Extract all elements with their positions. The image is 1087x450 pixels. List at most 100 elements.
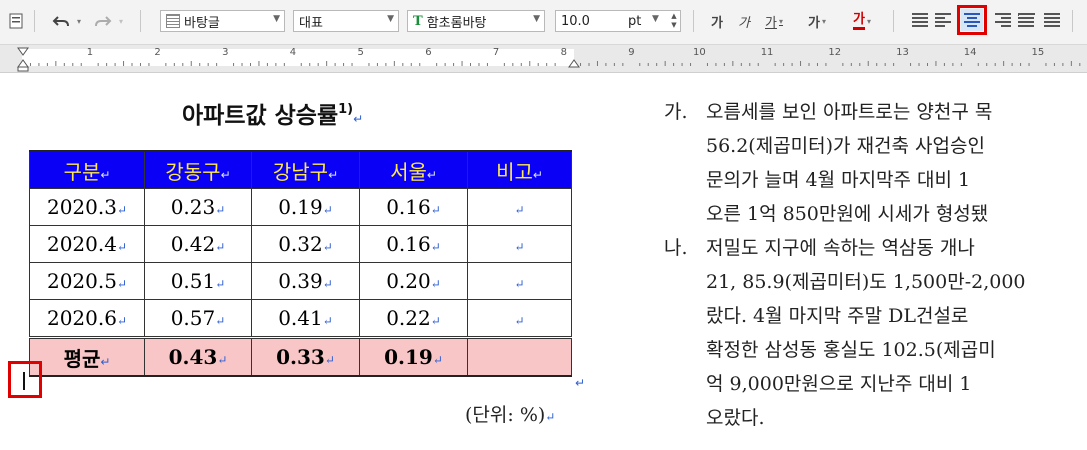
header-cell[interactable]: 서울↵: [359, 150, 468, 189]
body-text[interactable]: 가. 오름세를 보인 아파트로는 양천구 목 56.2(제곱미터)가 재건축 사업…: [664, 95, 1087, 435]
font-size-unit: pt: [628, 13, 642, 29]
align-center-button[interactable]: [957, 5, 987, 35]
ruler-number: 10: [693, 47, 706, 58]
table-cell[interactable]: 0.20↵: [359, 262, 468, 300]
font-color-button[interactable]: 가 ▾: [846, 9, 878, 33]
language-value: 대표: [299, 15, 323, 31]
paragraph-na: 나. 저밀도 지구에 속하는 역삼동 개나 21, 85.9(제곱미터)도 1,5…: [664, 231, 1087, 435]
formatting-toolbar: ▾ ▾ 바탕글 ▼ 대표 ▼ T 함초롬바탕 ▼ 10.0 pt ▼ ▲ ▼ 가 …: [0, 0, 1087, 45]
ruler-number: 9: [628, 47, 635, 58]
italic-button[interactable]: 가: [734, 9, 754, 33]
table-cell[interactable]: 0.42↵: [144, 225, 252, 263]
text-line: 21, 85.9(제곱미터)도 1,500만-2,000: [706, 271, 1026, 293]
table-cell[interactable]: 0.16↵: [359, 225, 468, 263]
left-indent-marker-icon[interactable]: [16, 45, 30, 72]
header-cell[interactable]: 구분↵: [29, 150, 145, 189]
text-line: 확정한 삼성동 홍실도 102.5(제곱미: [706, 339, 996, 361]
return-mark-icon: ↵: [575, 376, 586, 390]
average-row: 평균↵ 0.43↵ 0.33↵ 0.19↵: [29, 336, 572, 377]
undo-icon[interactable]: [50, 9, 72, 33]
redo-icon[interactable]: [92, 9, 114, 33]
align-justify-button[interactable]: [909, 9, 931, 31]
strikethrough-button[interactable]: 가 ▾: [803, 9, 831, 33]
font-size-value: 10.0: [561, 13, 590, 29]
table-header-row: 구분↵ 강동구↵ 강남구↵ 서울↵ 비고↵: [29, 150, 572, 189]
ruler-number: 4: [289, 47, 297, 58]
language-select[interactable]: 대표 ▼: [293, 10, 399, 32]
document-page[interactable]: 아파트값 상승률1)↵ 구분↵ 강동구↵ 강남구↵ 서울↵ 비고↵ 2020.3…: [0, 73, 1087, 450]
table-cell[interactable]: [467, 336, 572, 377]
ruler-number: 6: [425, 47, 432, 58]
table-cell[interactable]: 0.32↵: [251, 225, 360, 263]
bold-button[interactable]: 가: [707, 9, 727, 33]
unit-label: (단위: %)↵: [465, 404, 556, 426]
table-cell[interactable]: 2020.4↵: [29, 225, 145, 263]
document-icon[interactable]: [6, 9, 26, 33]
chevron-down-icon: ▼: [533, 14, 540, 24]
ruler-number: 7: [492, 47, 500, 58]
table-cell[interactable]: 0.57↵: [144, 299, 252, 338]
table-cell[interactable]: ↵: [467, 188, 572, 226]
table-cell[interactable]: ↵: [467, 262, 572, 300]
table-row: 2020.4↵ 0.42↵ 0.32↵ 0.16↵ ↵: [29, 225, 572, 263]
table-cell[interactable]: 2020.3↵: [29, 188, 145, 226]
table-cell[interactable]: ↵: [467, 225, 572, 263]
ruler-number: 14: [963, 47, 977, 58]
align-right-button[interactable]: [989, 9, 1011, 31]
table-cell[interactable]: 0.39↵: [251, 262, 360, 300]
ruler-number: 11: [760, 47, 774, 58]
table-cell[interactable]: 0.22↵: [359, 299, 468, 338]
text-line: 나. 저밀도 지구에 속하는 역삼동 개나: [664, 237, 975, 259]
right-indent-marker-icon[interactable]: [567, 45, 581, 72]
font-select[interactable]: T 함초롬바탕 ▼: [407, 10, 545, 32]
style-select[interactable]: 바탕글 ▼: [160, 10, 285, 32]
divide-button[interactable]: [1041, 9, 1063, 31]
text-line: 문의가 늘며 4월 마지막주 대비 1: [706, 169, 971, 191]
table-cell[interactable]: ↵: [467, 299, 572, 338]
return-mark-icon: ↵: [353, 112, 364, 126]
size-spinner-icon[interactable]: ▲ ▼: [669, 12, 679, 30]
table-row: 2020.3↵ 0.23↵ 0.19↵ 0.16↵ ↵: [29, 188, 572, 226]
table-cell[interactable]: 0.33↵: [251, 336, 360, 377]
text-line: 오른 1억 850만원에 시세가 형성됐: [706, 203, 989, 225]
text-line: 56.2(제곱미터)가 재건축 사업승인: [706, 135, 985, 157]
ruler-number: 2: [154, 47, 161, 58]
table-cell[interactable]: 0.19↵: [251, 188, 360, 226]
redo-dropdown-icon[interactable]: ▾: [115, 9, 125, 33]
text-line: 가. 오름세를 보인 아파트로는 양천구 목: [664, 101, 993, 123]
align-left-button[interactable]: [935, 9, 957, 31]
paragraph-style-icon: [166, 14, 180, 28]
table-cell[interactable]: 0.51↵: [144, 262, 252, 300]
table-cell[interactable]: 0.19↵: [359, 336, 468, 377]
table-cell[interactable]: 0.16↵: [359, 188, 468, 226]
chevron-down-icon: ▼: [273, 14, 280, 24]
ruler-number: 3: [222, 47, 229, 58]
undo-dropdown-icon[interactable]: ▾: [73, 9, 83, 33]
footnote-marker[interactable]: 1): [338, 102, 353, 117]
title-text: 아파트값 상승률: [182, 103, 339, 129]
distribute-button[interactable]: [1015, 9, 1037, 31]
table-cell[interactable]: 0.41↵: [251, 299, 360, 338]
horizontal-ruler[interactable]: 1 2 3 4 5 6 7 8 9 10 11 12 13 14 15: [0, 45, 1087, 73]
table-row: 2020.6↵ 0.57↵ 0.41↵ 0.22↵ ↵: [29, 299, 572, 338]
text-cursor-highlight[interactable]: [8, 361, 42, 398]
underline-button[interactable]: 가 ▾: [760, 9, 788, 33]
ruler-number: 5: [357, 47, 364, 58]
table-cell[interactable]: 0.43↵: [144, 336, 252, 377]
table-cell[interactable]: 2020.6↵: [29, 299, 145, 338]
header-cell[interactable]: 비고↵: [467, 150, 572, 189]
chevron-down-icon: ▼: [652, 14, 659, 24]
ruler-number: 1: [86, 47, 94, 58]
table-cell[interactable]: 평균↵: [29, 336, 145, 377]
text-line: 오랐다.: [706, 407, 765, 429]
ruler-number: 15: [1031, 47, 1045, 58]
data-table[interactable]: 구분↵ 강동구↵ 강남구↵ 서울↵ 비고↵ 2020.3↵ 0.23↵ 0.19…: [29, 150, 572, 377]
header-cell[interactable]: 강남구↵: [251, 150, 360, 189]
font-size-input[interactable]: 10.0 pt ▼ ▲ ▼: [555, 10, 681, 32]
paragraph-ga: 가. 오름세를 보인 아파트로는 양천구 목 56.2(제곱미터)가 재건축 사업…: [664, 95, 1087, 231]
table-cell[interactable]: 0.23↵: [144, 188, 252, 226]
truetype-font-icon: T: [413, 13, 423, 29]
table-cell[interactable]: 2020.5↵: [29, 262, 145, 300]
ruler-number: 12: [828, 47, 842, 58]
header-cell[interactable]: 강동구↵: [144, 150, 252, 189]
